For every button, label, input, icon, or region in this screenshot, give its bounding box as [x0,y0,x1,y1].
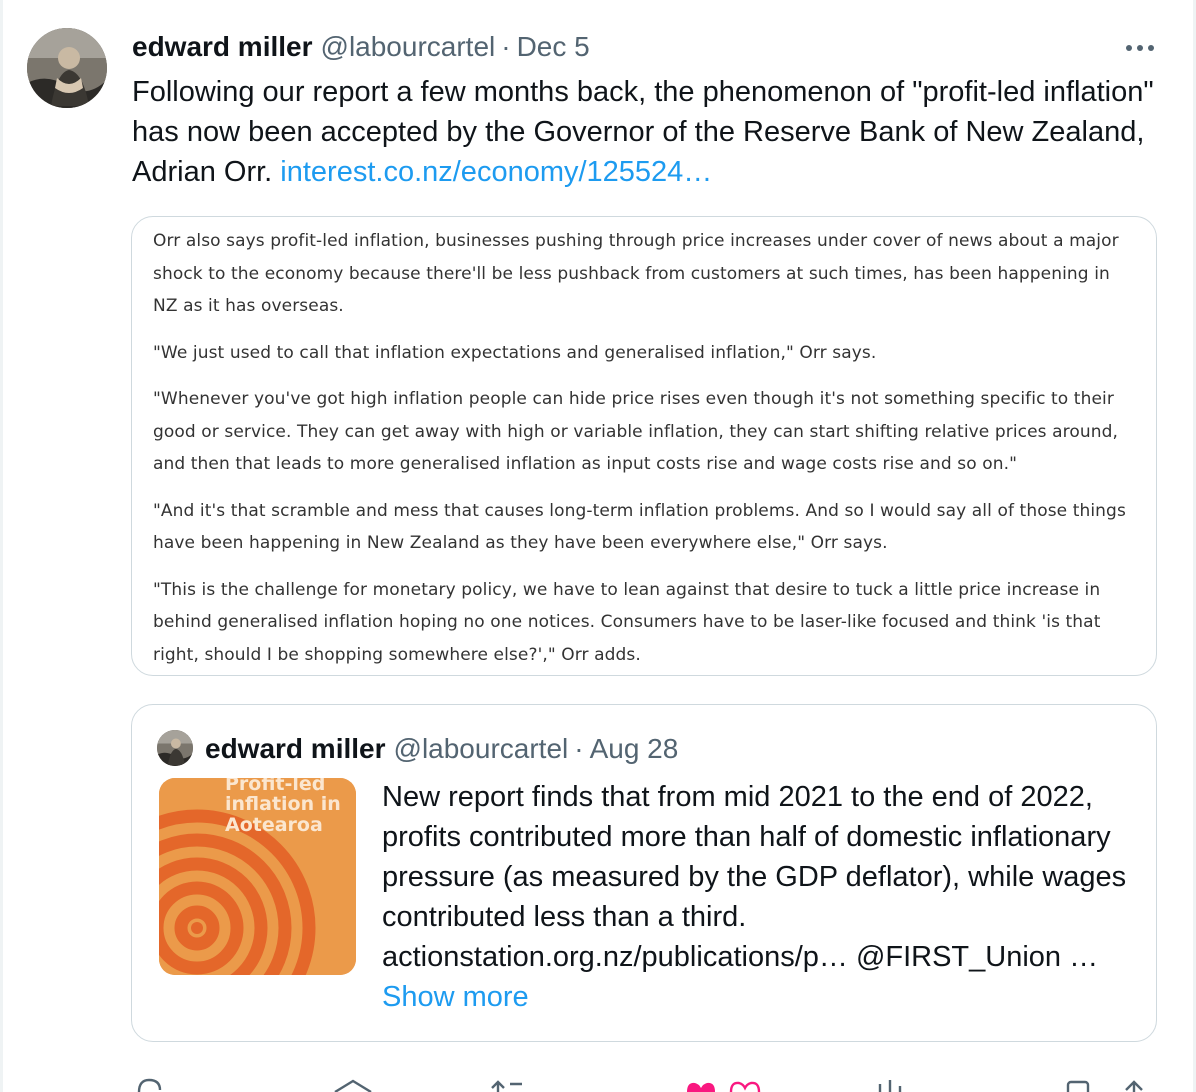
separator: · [501,31,511,62]
thumbnail-line-2: inflation in [225,793,341,815]
article-link[interactable]: interest.co.nz/economy/125524… [280,156,712,188]
reply-icon[interactable] [133,1076,165,1092]
avatar[interactable] [27,28,107,108]
display-name[interactable]: edward miller [132,31,313,63]
quoted-display-name: edward miller [205,733,386,764]
handle[interactable]: @labourcartel [321,31,496,63]
quote-paragraph-2: "We just used to call that inflation exp… [153,342,877,363]
quoted-handle: @labourcartel [393,733,569,764]
quoted-tweet-text: New report finds that from mid 2021 to t… [382,777,1142,1017]
quote-paragraph-4: "And it's that scramble and mess that ca… [153,500,1126,554]
thumbnail-line-3: Aotearoa [225,814,323,836]
frame-border-left [0,0,3,1092]
share-icon[interactable] [1064,1076,1144,1092]
quote-paragraph-3: "Whenever you've got high inflation peop… [153,389,1119,474]
quote-paragraph-5: "This is the challenge for monetary poli… [153,579,1101,665]
tweet-date[interactable]: Dec 5 [517,31,590,63]
action-bar [0,1076,1196,1092]
like-icon[interactable] [683,1076,767,1092]
show-more-link[interactable]: Show more [382,977,1142,1017]
quoted-tweet-card[interactable]: edward miller @labourcartel · Aug 28 Pro… [131,704,1157,1042]
quoted-tweet-header: edward miller @labourcartel · Aug 28 [205,729,678,769]
report-thumbnail[interactable]: Profit-led inflation in Aotearoa [159,778,356,975]
views-icon[interactable] [872,1076,916,1092]
bookmark-icon[interactable] [333,1076,373,1092]
quote-paragraph-1: Orr also says profit-led inflation, busi… [153,231,1119,316]
tweet-header: edward miller @labourcartel · Dec 5 [132,29,590,65]
more-icon[interactable] [1120,36,1160,60]
quoted-avatar [157,730,193,766]
quoted-body: New report finds that from mid 2021 to t… [382,781,1127,933]
quoted-separator: · [574,733,584,764]
tweet-text: Following our report a few months back, … [132,72,1172,192]
quoted-links-line: actionstation.org.nz/publications/p… @FI… [382,941,1099,973]
retweet-icon[interactable] [488,1076,532,1092]
quote-screenshot-image[interactable]: Orr also says profit-led inflation, busi… [131,216,1157,676]
quoted-date: Aug 28 [589,733,679,764]
